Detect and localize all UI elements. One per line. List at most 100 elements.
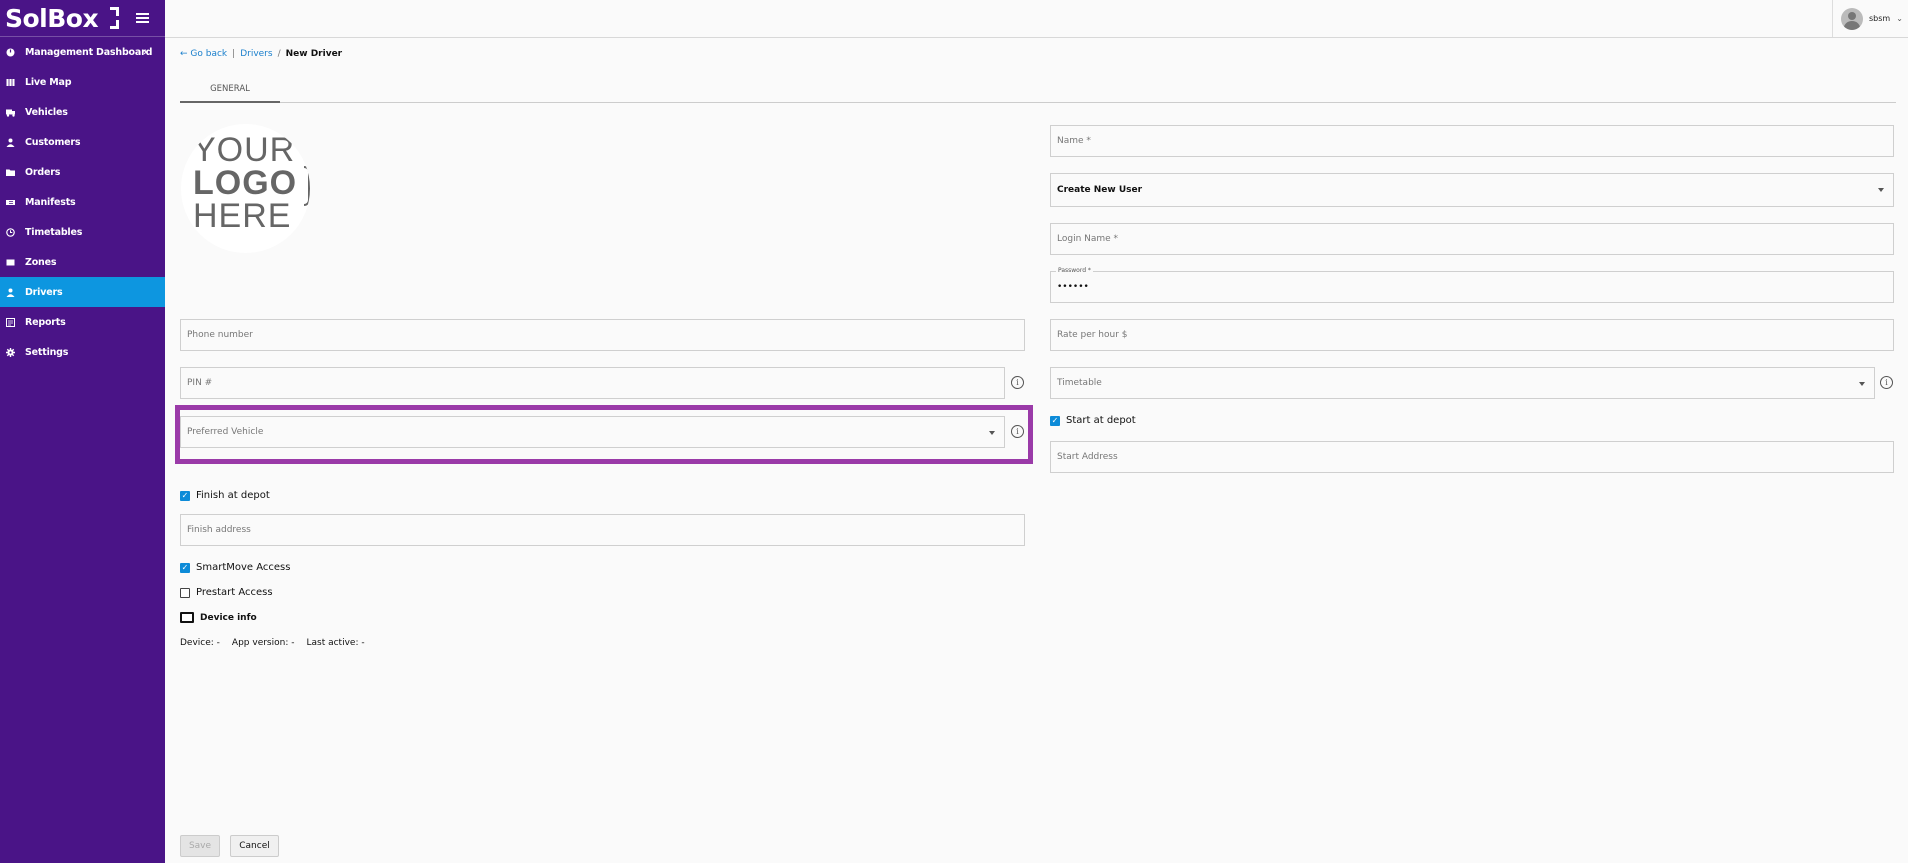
map-icon: [6, 78, 15, 87]
timetable-info-icon[interactable]: i: [1880, 376, 1893, 389]
sidebar-item-management-dashboard[interactable]: Management Dashboard ›: [0, 37, 165, 67]
password-field[interactable]: Password * ••••••: [1050, 267, 1894, 303]
driver-photo-upload[interactable]: YOUR LOGO HERE: [181, 124, 310, 253]
start-at-depot-label: Start at depot: [1066, 415, 1136, 426]
device-info-icon: [180, 612, 194, 623]
sidebar-item-label: Timetables: [25, 226, 83, 238]
breadcrumb-separator: /: [277, 49, 281, 59]
device-info-label: Device info: [200, 612, 257, 623]
app-logo-text: SolBox: [5, 3, 99, 33]
cancel-button[interactable]: Cancel: [230, 835, 279, 857]
user-select[interactable]: Create New User: [1050, 173, 1894, 207]
checkmark-icon: ✓: [180, 490, 190, 501]
top-bar: sbsm ⌄: [165, 0, 1908, 38]
app-logo[interactable]: SolBox: [5, 3, 120, 33]
caret-down-icon: [1859, 382, 1865, 386]
user-select-value: Create New User: [1057, 185, 1143, 195]
arrow-left-icon: ←: [180, 49, 191, 59]
finish-at-depot-checkbox[interactable]: ✓ Finish at depot: [180, 490, 270, 501]
hamburger-menu-icon[interactable]: [136, 13, 149, 23]
pin-info-icon[interactable]: i: [1011, 376, 1024, 389]
sidebar-item-label: Manifests: [25, 196, 76, 208]
go-back-link[interactable]: ← Go back: [180, 49, 227, 59]
gear-icon: [6, 347, 15, 357]
logo-bracket-icon: [100, 7, 120, 29]
smartmove-label: SmartMove Access: [196, 562, 291, 573]
sidebar-item-orders[interactable]: Orders: [0, 157, 165, 187]
phone-number-field[interactable]: Phone number: [180, 319, 1025, 351]
checkmark-icon: ✓: [180, 562, 190, 573]
checkmark-icon: ✓: [1050, 415, 1060, 426]
sidebar-item-timetables[interactable]: Timetables: [0, 217, 165, 247]
sidebar-item-drivers[interactable]: Drivers: [0, 277, 165, 307]
sidebar-item-label: Drivers: [25, 286, 63, 298]
breadcrumb-drivers-link[interactable]: Drivers: [240, 49, 272, 59]
breadcrumb-current: New Driver: [285, 49, 343, 59]
zone-icon: [6, 258, 15, 267]
device-info-toggle[interactable]: Device info: [180, 612, 257, 623]
save-button[interactable]: Save: [180, 835, 220, 857]
login-name-placeholder: Login Name *: [1057, 234, 1119, 244]
password-label: Password *: [1056, 267, 1093, 274]
preferred-vehicle-placeholder: Preferred Vehicle: [187, 427, 264, 437]
sidebar-item-label: Orders: [25, 166, 61, 178]
sidebar-item-label: Live Map: [25, 76, 72, 88]
prestart-label: Prestart Access: [196, 587, 273, 598]
timetable-placeholder: Timetable: [1057, 378, 1102, 388]
caret-down-icon: [1878, 188, 1884, 192]
finish-address-field[interactable]: Finish address: [180, 514, 1025, 546]
sidebar-item-label: Reports: [25, 316, 66, 328]
chevron-down-icon: ⌄: [1896, 14, 1903, 23]
preferred-vehicle-info-icon[interactable]: i: [1011, 425, 1024, 438]
name-field[interactable]: Name *: [1050, 125, 1894, 157]
person-icon: [6, 138, 15, 147]
timetable-select[interactable]: Timetable: [1050, 367, 1875, 399]
sidebar-item-manifests[interactable]: Manifests: [0, 187, 165, 217]
manifest-icon: [6, 198, 15, 207]
sidebar-item-vehicles[interactable]: Vehicles: [0, 97, 165, 127]
avatar: [1841, 7, 1863, 30]
password-value: ••••••: [1057, 282, 1089, 292]
tab-general[interactable]: GENERAL: [180, 78, 280, 103]
sidebar-nav: Management Dashboard › Live Map Vehicles…: [0, 37, 165, 367]
sidebar-item-reports[interactable]: Reports: [0, 307, 165, 337]
rate-per-hour-field[interactable]: Rate per hour $: [1050, 319, 1894, 351]
finish-address-placeholder: Finish address: [187, 525, 251, 535]
clock-icon: [6, 227, 15, 237]
sidebar-item-label: Customers: [25, 136, 81, 148]
driver-icon: [6, 288, 15, 297]
username: sbsm: [1869, 14, 1891, 23]
device-info: Device: - App version: - Last active: -: [180, 638, 365, 648]
user-menu[interactable]: sbsm ⌄: [1832, 0, 1908, 37]
caret-down-icon: [989, 431, 995, 435]
dashboard-icon: [6, 48, 15, 57]
report-icon: [6, 317, 15, 327]
start-address-field[interactable]: Start Address: [1050, 441, 1894, 473]
folder-icon: [6, 168, 15, 177]
breadcrumb: ← Go back | Drivers / New Driver: [180, 49, 342, 59]
phone-placeholder: Phone number: [187, 330, 253, 340]
last-active-value: Last active: -: [306, 638, 365, 648]
sidebar-header: SolBox: [0, 0, 165, 37]
checkbox-empty-icon: [180, 587, 190, 598]
sidebar: SolBox Management Dashboard › Live Map V…: [0, 0, 165, 863]
login-name-field[interactable]: Login Name *: [1050, 223, 1894, 255]
finish-at-depot-label: Finish at depot: [196, 490, 270, 501]
preferred-vehicle-select[interactable]: Preferred Vehicle: [180, 416, 1005, 448]
sidebar-item-label: Settings: [25, 346, 69, 358]
chevron-right-icon: ›: [143, 46, 147, 58]
sidebar-item-zones[interactable]: Zones: [0, 247, 165, 277]
start-at-depot-checkbox[interactable]: ✓ Start at depot: [1050, 415, 1136, 426]
pin-field[interactable]: PIN #: [180, 367, 1005, 399]
sidebar-item-customers[interactable]: Customers: [0, 127, 165, 157]
prestart-access-checkbox[interactable]: Prestart Access: [180, 587, 273, 598]
truck-icon: [6, 108, 15, 117]
breadcrumb-separator: |: [232, 49, 236, 59]
sidebar-item-label: Vehicles: [25, 106, 68, 118]
rate-placeholder: Rate per hour $: [1057, 330, 1128, 340]
device-value: Device: -: [180, 638, 220, 648]
sidebar-item-settings[interactable]: Settings: [0, 337, 165, 367]
smartmove-access-checkbox[interactable]: ✓ SmartMove Access: [180, 562, 290, 573]
sidebar-item-live-map[interactable]: Live Map: [0, 67, 165, 97]
app-version-value: App version: -: [231, 638, 295, 648]
